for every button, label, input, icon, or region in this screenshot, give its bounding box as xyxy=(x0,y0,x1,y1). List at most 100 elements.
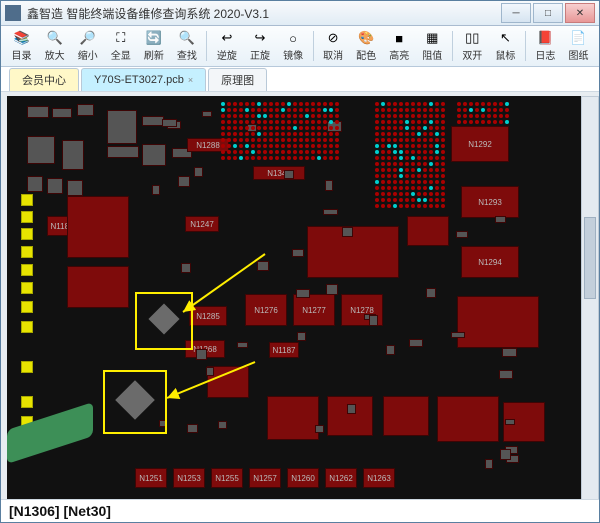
pcb-component[interactable] xyxy=(152,185,160,195)
pcb-component[interactable] xyxy=(27,176,43,192)
maximize-button[interactable]: □ xyxy=(533,3,563,23)
ic-diamond[interactable] xyxy=(115,380,155,420)
pcb-component[interactable]: N1262 xyxy=(325,468,357,488)
pcb-component[interactable] xyxy=(485,459,493,469)
pcb-component[interactable] xyxy=(67,266,129,308)
pcb-component[interactable] xyxy=(326,284,338,295)
pcb-component[interactable]: N1257 xyxy=(249,468,281,488)
ic-diamond[interactable] xyxy=(148,303,179,334)
pcb-component[interactable] xyxy=(21,282,33,294)
toolbar-fit-all[interactable]: ⛶全显 xyxy=(104,27,137,65)
pcb-component[interactable]: N1247 xyxy=(185,216,219,232)
pcb-component[interactable] xyxy=(327,396,373,436)
pcb-component[interactable] xyxy=(21,211,33,223)
tab-1[interactable]: Y70S-ET3027.pcb× xyxy=(81,68,206,91)
toolbar-track[interactable]: ▦阻值 xyxy=(416,27,449,65)
pcb-component[interactable] xyxy=(342,227,353,237)
pcb-component[interactable] xyxy=(178,176,190,187)
pcb-component[interactable] xyxy=(323,209,338,215)
pcb-component[interactable] xyxy=(142,144,166,166)
pcb-component[interactable]: N1187 xyxy=(269,342,299,358)
toolbar-mirror[interactable]: ○镜像 xyxy=(277,27,310,65)
pcb-component[interactable] xyxy=(21,396,33,408)
pcb-component[interactable] xyxy=(502,348,517,357)
pcb-component[interactable]: N1293 xyxy=(461,186,519,218)
pcb-component[interactable] xyxy=(325,180,333,191)
pcb-component[interactable] xyxy=(47,178,63,194)
pcb-component[interactable]: N1340 xyxy=(253,166,305,180)
pcb-component[interactable] xyxy=(196,349,207,360)
pcb-component[interactable] xyxy=(495,216,506,223)
pcb-component[interactable] xyxy=(159,420,167,427)
toolbar-log[interactable]: 📕日志 xyxy=(529,27,562,65)
pcb-component[interactable] xyxy=(181,263,191,273)
pcb-component[interactable] xyxy=(505,419,515,425)
pcb-component[interactable] xyxy=(206,367,214,376)
pcb-component[interactable] xyxy=(21,246,33,258)
pcb-component[interactable] xyxy=(107,110,137,144)
scrollbar-thumb[interactable] xyxy=(584,217,596,299)
toolbar-flip-fwd[interactable]: ↪正旋 xyxy=(243,27,276,65)
pcb-component[interactable]: N1285 xyxy=(189,306,227,326)
toolbar-flip-rev[interactable]: ↩逆旋 xyxy=(210,27,243,65)
pcb-component[interactable] xyxy=(27,106,49,118)
pcb-component[interactable] xyxy=(292,249,304,257)
toolbar-refresh[interactable]: 🔄刷新 xyxy=(137,27,170,65)
pcb-component[interactable] xyxy=(21,301,33,313)
scrollbar-vertical[interactable] xyxy=(581,96,599,500)
minimize-button[interactable]: ─ xyxy=(501,3,531,23)
pcb-component[interactable] xyxy=(21,228,33,240)
close-button[interactable]: ✕ xyxy=(565,3,595,23)
pcb-component[interactable] xyxy=(21,194,33,206)
toolbar-drawing[interactable]: 📄图纸 xyxy=(562,27,595,65)
tab-0[interactable]: 会员中心 xyxy=(9,68,79,91)
pcb-component[interactable] xyxy=(315,425,324,433)
pcb-component[interactable] xyxy=(62,140,84,170)
pcb-component[interactable] xyxy=(142,116,164,126)
pcb-component[interactable] xyxy=(409,339,423,347)
pcb-component[interactable]: N1260 xyxy=(287,468,319,488)
pcb-component[interactable]: N1277 xyxy=(293,294,335,326)
pcb-component[interactable] xyxy=(52,108,72,118)
pcb-component[interactable] xyxy=(284,170,294,179)
pcb-component[interactable] xyxy=(386,345,395,355)
pcb-component[interactable]: N1294 xyxy=(461,246,519,278)
toolbar-cancel[interactable]: ⊘取消 xyxy=(317,27,350,65)
pcb-component[interactable] xyxy=(77,104,94,116)
pcb-component[interactable] xyxy=(187,424,198,433)
pcb-component[interactable] xyxy=(407,216,449,246)
toolbar-color[interactable]: 🎨配色 xyxy=(350,27,383,65)
toolbar-cursor[interactable]: ↖鼠标 xyxy=(489,27,522,65)
pcb-component[interactable] xyxy=(437,396,499,442)
pcb-component[interactable] xyxy=(21,264,33,276)
pcb-component[interactable] xyxy=(500,449,511,460)
pcb-component[interactable] xyxy=(347,404,356,414)
pcb-component[interactable] xyxy=(162,119,177,127)
pcb-component[interactable] xyxy=(21,321,33,333)
pcb-component[interactable] xyxy=(499,370,513,379)
close-icon[interactable]: × xyxy=(188,75,193,85)
pcb-component[interactable] xyxy=(297,332,306,341)
toolbar-zoom-out[interactable]: 🔎缩小 xyxy=(71,27,104,65)
pcb-component[interactable] xyxy=(296,289,310,298)
toolbar-dual[interactable]: ▯▯双开 xyxy=(456,27,489,65)
pcb-component[interactable] xyxy=(383,396,429,436)
pcb-component[interactable] xyxy=(456,231,468,238)
pcb-component[interactable] xyxy=(67,196,129,258)
pcb-component[interactable] xyxy=(457,296,539,348)
pcb-component[interactable] xyxy=(194,167,203,177)
pcb-component[interactable]: N1263 xyxy=(363,468,395,488)
pcb-component[interactable] xyxy=(426,288,436,298)
pcb-canvas[interactable]: N1288N1340N1292N1293N1183N1247N1294N1276… xyxy=(7,96,581,500)
pcb-component[interactable]: N1251 xyxy=(135,468,167,488)
toolbar-zoom-in[interactable]: 🔍放大 xyxy=(38,27,71,65)
pcb-component[interactable]: N1292 xyxy=(451,126,509,162)
pcb-component[interactable] xyxy=(237,342,248,348)
pcb-component[interactable] xyxy=(67,180,83,196)
pcb-component[interactable] xyxy=(267,396,319,440)
tab-2[interactable]: 原理图 xyxy=(208,68,267,91)
pcb-component[interactable] xyxy=(451,332,465,338)
pcb-component[interactable] xyxy=(107,146,139,158)
pcb-component[interactable]: N1276 xyxy=(245,294,287,326)
pcb-component[interactable]: N1255 xyxy=(211,468,243,488)
